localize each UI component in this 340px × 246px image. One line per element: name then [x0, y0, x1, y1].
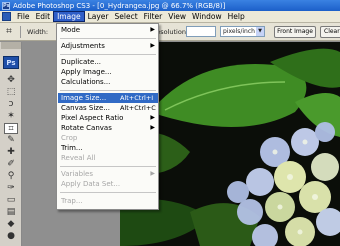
options-bar: ⌗ Width: Resolution: pixels/inch ▼ Front…	[0, 23, 340, 41]
resolution-units-select[interactable]: pixels/inch ▼	[220, 26, 265, 37]
menu-edit[interactable]: Edit	[33, 11, 54, 22]
window-title: Adobe Photoshop CS3 - [0_Hydrangea.jpg @…	[13, 1, 226, 10]
menu-view[interactable]: View	[165, 11, 189, 22]
menu-item-rotate-canvas-label: Rotate Canvas	[61, 124, 112, 132]
menu-file[interactable]: File	[14, 11, 33, 22]
menu-separator	[60, 192, 156, 193]
clear-button[interactable]: Clear	[320, 26, 340, 38]
crop-tool-preset-icon[interactable]: ⌗	[3, 26, 15, 38]
marquee-tool-icon[interactable]: ⬚	[4, 87, 18, 98]
photoshop-logo: Ps	[3, 56, 19, 69]
menu-item-pixel-aspect-ratio[interactable]: Pixel Aspect Ratio ▶	[58, 113, 158, 123]
menu-item-calculations[interactable]: Calculations...	[58, 77, 158, 87]
eyedropper-tool-icon[interactable]: ✎	[4, 135, 18, 146]
menu-item-trap: Trap...	[61, 197, 83, 205]
toolbox-grip[interactable]	[1, 42, 21, 49]
menu-item-variables-label: Variables	[61, 170, 93, 178]
menu-item-apply-image[interactable]: Apply Image...	[58, 67, 158, 77]
lasso-tool-icon[interactable]: ↄ	[4, 99, 18, 110]
width-label: Width:	[27, 28, 49, 36]
menu-separator	[60, 90, 156, 91]
submenu-arrow-icon: ▶	[150, 26, 155, 33]
menu-item-adjustments[interactable]: Adjustments ▶	[58, 41, 158, 51]
menu-item-mode-label: Mode	[61, 26, 81, 34]
clone-stamp-tool-icon[interactable]: ⚲	[4, 171, 18, 182]
units-value: pixels/inch	[223, 28, 255, 35]
menu-separator	[60, 38, 156, 39]
menu-item-variables: Variables ▶	[58, 169, 158, 179]
submenu-arrow-icon: ▶	[150, 170, 155, 177]
title-bar: Ps Adobe Photoshop CS3 - [0_Hydrangea.jp…	[0, 0, 340, 11]
canvas-size-shortcut: Alt+Ctrl+C	[120, 104, 156, 112]
gradient-tool-icon[interactable]: ▤	[4, 207, 18, 218]
menu-item-reveal-all: Reveal All	[61, 154, 96, 162]
resolution-input[interactable]	[186, 26, 216, 37]
blur-tool-icon[interactable]: ◆	[4, 219, 18, 230]
menu-item-apply-data-set: Apply Data Set...	[61, 180, 121, 188]
menu-bar: File Edit Image Layer Select Filter View…	[0, 11, 340, 23]
dodge-tool-icon[interactable]: ●	[4, 231, 18, 242]
menu-item-trim[interactable]: Trim...	[58, 143, 158, 153]
move-tool-icon[interactable]: ✥	[4, 75, 18, 86]
submenu-arrow-icon: ▶	[150, 42, 155, 49]
image-menu-dropdown: Mode ▶ Adjustments ▶ Duplicate... Apply …	[56, 23, 159, 210]
menu-item-duplicate[interactable]: Duplicate...	[58, 57, 158, 67]
menu-item-image-size-label: Image Size...	[61, 94, 107, 102]
menu-item-pixel-aspect-ratio-label: Pixel Aspect Ratio	[61, 114, 124, 122]
crop-tool-icon[interactable]: ⌗	[4, 123, 18, 134]
magic-wand-tool-icon[interactable]: ✶	[4, 111, 18, 122]
brush-tool-icon[interactable]: ✐	[4, 159, 18, 170]
menu-image[interactable]: Image	[53, 11, 85, 22]
toolbox: Ps ✥ ⬚ ↄ ✶ ⌗ ✎ ✚ ✐ ⚲ ✑ ▭ ▤ ◆ ●	[0, 42, 22, 246]
front-image-button[interactable]: Front Image	[274, 26, 316, 38]
menu-separator	[60, 54, 156, 55]
menu-item-image-size[interactable]: Image Size... Alt+Ctrl+I	[58, 93, 158, 103]
menu-item-crop: Crop	[61, 134, 78, 142]
menu-window[interactable]: Window	[189, 11, 225, 22]
healing-brush-tool-icon[interactable]: ✚	[4, 147, 18, 158]
menu-filter[interactable]: Filter	[141, 11, 166, 22]
menu-item-adjustments-label: Adjustments	[61, 42, 105, 50]
menu-select[interactable]: Select	[112, 11, 141, 22]
menu-help[interactable]: Help	[225, 11, 248, 22]
submenu-arrow-icon: ▶	[150, 124, 155, 131]
chevron-down-icon: ▼	[256, 27, 264, 36]
menu-separator	[60, 166, 156, 167]
submenu-arrow-icon: ▶	[150, 114, 155, 121]
menu-item-canvas-size[interactable]: Canvas Size... Alt+Ctrl+C	[58, 103, 158, 113]
history-brush-tool-icon[interactable]: ✑	[4, 183, 18, 194]
document-icon[interactable]	[2, 12, 11, 21]
eraser-tool-icon[interactable]: ▭	[4, 195, 18, 206]
menu-item-mode[interactable]: Mode ▶	[58, 25, 158, 35]
menu-layer[interactable]: Layer	[85, 11, 112, 22]
photoshop-app-icon: Ps	[2, 1, 10, 10]
options-divider	[20, 26, 21, 38]
image-size-shortcut: Alt+Ctrl+I	[120, 94, 154, 102]
menu-item-canvas-size-label: Canvas Size...	[61, 104, 110, 112]
menu-item-rotate-canvas[interactable]: Rotate Canvas ▶	[58, 123, 158, 133]
